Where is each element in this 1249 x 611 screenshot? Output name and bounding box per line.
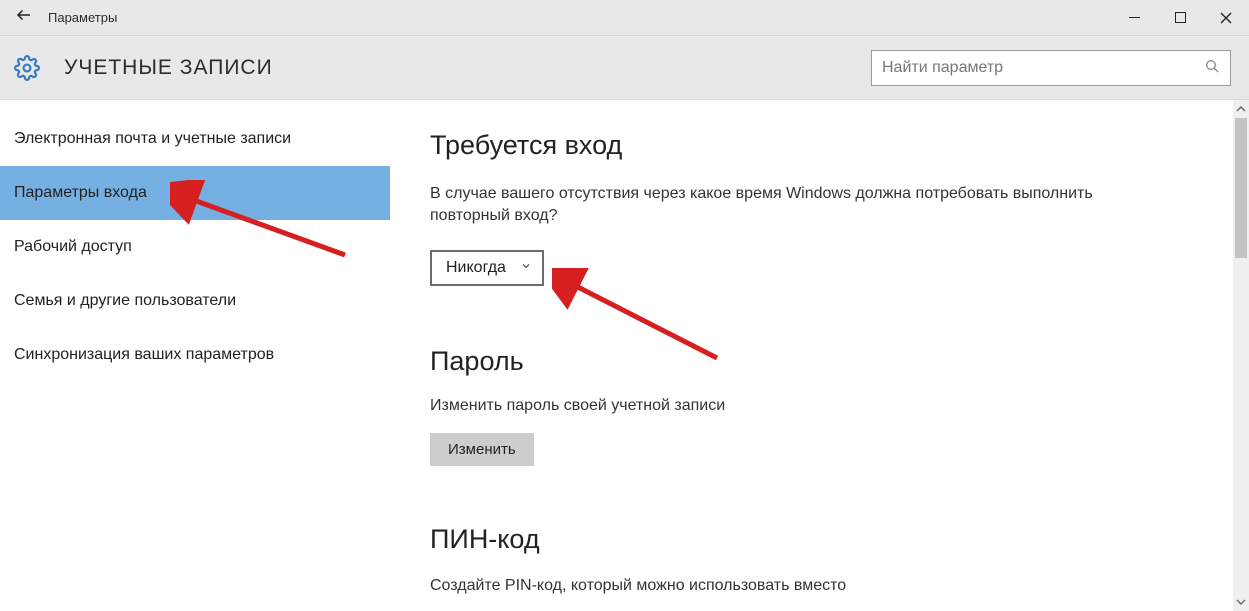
titlebar: Параметры <box>0 0 1249 36</box>
sidebar-item-label: Рабочий доступ <box>14 238 132 255</box>
scroll-down-button[interactable] <box>1233 593 1249 611</box>
sidebar-item-label: Синхронизация ваших параметров <box>14 346 274 363</box>
sidebar-item-label: Электронная почта и учетные записи <box>14 130 291 147</box>
signin-heading: Требуется вход <box>430 130 1209 161</box>
sidebar: Электронная почта и учетные записи Парам… <box>0 100 390 611</box>
search-icon <box>1204 58 1220 78</box>
sidebar-item-email-accounts[interactable]: Электронная почта и учетные записи <box>0 112 390 166</box>
header: УЧЕТНЫЕ ЗАПИСИ <box>0 36 1249 100</box>
sidebar-item-signin-options[interactable]: Параметры входа <box>0 166 390 220</box>
close-button[interactable] <box>1203 0 1249 36</box>
pin-description-truncated: Создайте PIN-код, который можно использо… <box>430 577 1209 595</box>
sidebar-item-sync-settings[interactable]: Синхронизация ваших параметров <box>0 328 390 382</box>
window-title: Параметры <box>48 10 117 25</box>
password-description: Изменить пароль своей учетной записи <box>430 397 1209 415</box>
sidebar-item-work-access[interactable]: Рабочий доступ <box>0 220 390 274</box>
button-label: Изменить <box>448 441 516 458</box>
dropdown-value: Никогда <box>446 259 506 277</box>
sidebar-item-family-users[interactable]: Семья и другие пользователи <box>0 274 390 328</box>
sidebar-item-label: Параметры входа <box>14 184 147 201</box>
content-pane: Требуется вход В случае вашего отсутстви… <box>390 100 1249 611</box>
search-input[interactable] <box>882 59 1204 77</box>
sidebar-item-label: Семья и другие пользователи <box>14 292 236 309</box>
section-title: УЧЕТНЫЕ ЗАПИСИ <box>64 56 273 80</box>
scroll-thumb[interactable] <box>1235 118 1247 258</box>
chevron-down-icon <box>520 259 532 277</box>
signin-description: В случае вашего отсутствия через какое в… <box>430 183 1170 228</box>
scroll-up-button[interactable] <box>1233 100 1249 118</box>
minimize-button[interactable] <box>1111 0 1157 36</box>
pin-heading: ПИН-код <box>430 524 1209 555</box>
vertical-scrollbar[interactable] <box>1233 100 1249 611</box>
search-box[interactable] <box>871 50 1231 86</box>
maximize-button[interactable] <box>1157 0 1203 36</box>
gear-icon <box>14 55 40 81</box>
password-heading: Пароль <box>430 346 1209 377</box>
change-password-button[interactable]: Изменить <box>430 433 534 466</box>
back-button[interactable] <box>0 6 48 30</box>
require-signin-dropdown[interactable]: Никогда <box>430 250 544 286</box>
